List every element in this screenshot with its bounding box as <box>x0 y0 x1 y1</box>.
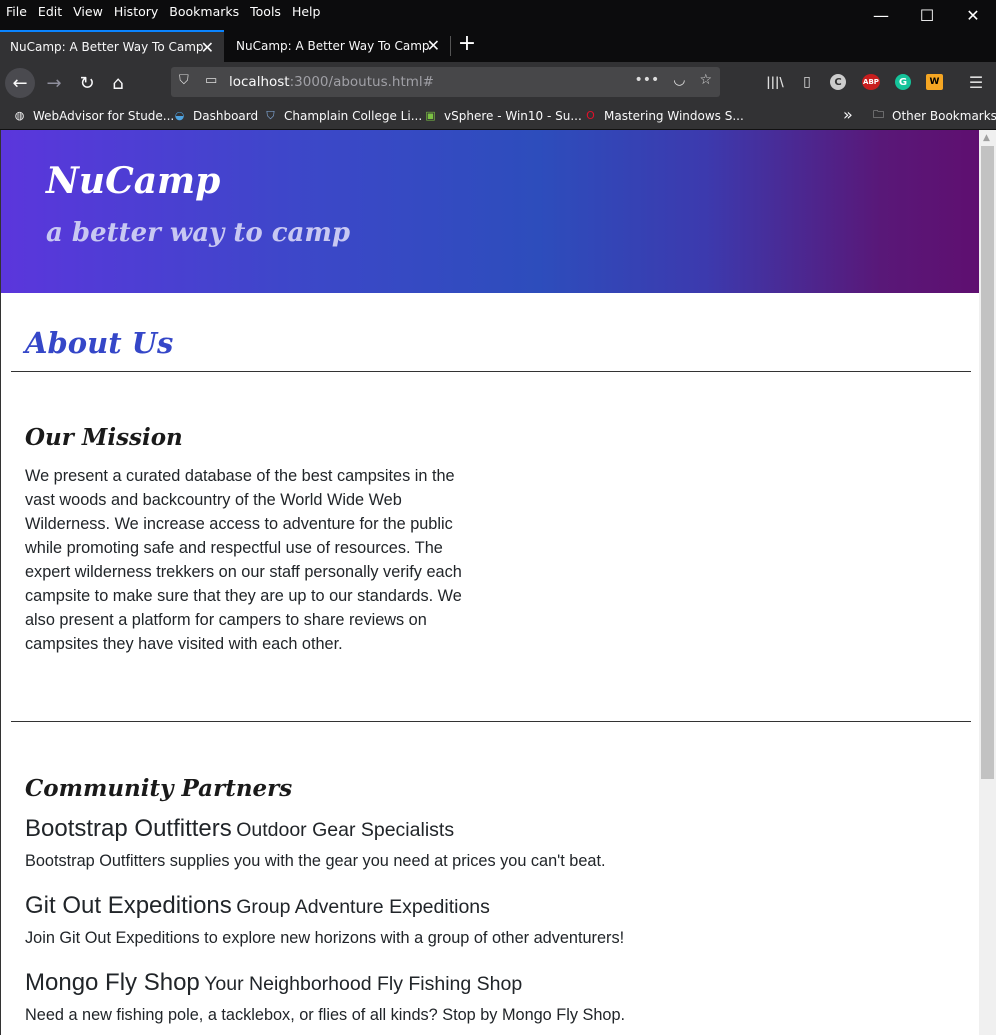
shield-icon: ⛉ <box>266 108 275 122</box>
wappalyzer-icon[interactable]: W <box>926 74 943 90</box>
adblock-plus-icon[interactable]: ABP <box>862 74 880 90</box>
menu-file[interactable]: File <box>6 4 27 19</box>
partner-name: Mongo Fly Shop <box>25 969 200 996</box>
partners-heading: Community Partners <box>25 775 293 802</box>
page-viewport: NuCamp a better way to camp About Us Our… <box>0 130 979 1035</box>
dashboard-icon: ◒ <box>174 109 185 122</box>
page-scrollbar[interactable]: ▲ <box>979 130 996 1035</box>
scroll-up-icon[interactable]: ▲ <box>983 133 990 143</box>
jumbotron-header: NuCamp a better way to camp <box>1 130 979 293</box>
divider <box>11 721 971 722</box>
url-host: localhost <box>229 74 290 90</box>
close-window-button[interactable]: ✕ <box>950 0 996 30</box>
extension-c-icon[interactable]: C <box>830 74 846 90</box>
page-actions-icon[interactable]: ••• <box>634 72 659 88</box>
bookmark-label: Champlain College Li... <box>284 108 423 123</box>
forward-button[interactable]: → <box>39 68 69 98</box>
brand-title: NuCamp <box>46 160 221 202</box>
mission-text: We present a curated database of the bes… <box>25 467 462 653</box>
minimize-button[interactable]: — <box>858 0 904 30</box>
brand-tagline: a better way to camp <box>46 218 351 248</box>
partner-name: Bootstrap Outfitters <box>25 815 232 842</box>
bookmark-champlain[interactable]: ⛉ Champlain College Li... <box>263 108 422 123</box>
menu-icon[interactable]: ☰ <box>966 72 986 92</box>
reload-icon: ↻ <box>79 72 95 94</box>
home-button[interactable]: ⌂ <box>103 68 133 98</box>
tab-nucamp-active[interactable]: NuCamp: A Better Way To Camp ✕ <box>0 30 224 62</box>
partner-subtitle: Outdoor Gear Specialists <box>236 819 455 841</box>
menu-edit[interactable]: Edit <box>38 4 62 19</box>
tab-strip: NuCamp: A Better Way To Camp ✕ NuCamp: A… <box>0 30 996 62</box>
bookmark-label: vSphere - Win10 - Su... <box>444 108 582 123</box>
back-button[interactable]: ← <box>5 68 35 98</box>
tab-title: NuCamp: A Better Way To Camp <box>10 40 204 54</box>
other-bookmarks-folder[interactable]: 🗀 Other Bookmarks <box>871 108 996 123</box>
tab-title: NuCamp: A Better Way To Camp <box>236 39 430 53</box>
tab-nucamp[interactable]: NuCamp: A Better Way To Camp ✕ <box>226 30 450 62</box>
vsphere-icon: ▣ <box>425 109 436 122</box>
new-tab-button[interactable]: + <box>456 33 478 56</box>
maximize-button[interactable]: ☐ <box>904 0 950 30</box>
window-controls: — ☐ ✕ <box>858 0 996 30</box>
library-icon[interactable]: |||\ <box>765 72 785 92</box>
partner-subtitle: Your Neighborhood Fly Fishing Shop <box>204 973 523 995</box>
menu-bar: File Edit View History Bookmarks Tools H… <box>0 0 996 26</box>
tracking-protection-icon[interactable]: ⛉ <box>179 73 189 88</box>
opera-icon: O <box>586 109 595 122</box>
mission-heading: Our Mission <box>25 424 183 451</box>
menu-history[interactable]: History <box>114 4 158 19</box>
menu-help[interactable]: Help <box>292 4 321 19</box>
other-bookmarks-label: Other Bookmarks <box>892 108 996 123</box>
folder-icon: 🗀 <box>873 108 884 121</box>
bookmark-webadvisor[interactable]: ◍ WebAdvisor for Stude... <box>12 108 175 123</box>
partner-description: Join Git Out Expeditions to explore new … <box>25 929 625 947</box>
arrow-left-icon: ← <box>12 72 28 94</box>
bookmark-label: WebAdvisor for Stude... <box>33 108 175 123</box>
page-title: About Us <box>25 326 174 360</box>
grammarly-icon[interactable]: G <box>895 74 911 90</box>
menu-bookmarks[interactable]: Bookmarks <box>169 4 239 19</box>
bookmarks-toolbar: ◍ WebAdvisor for Stude... ◒ Dashboard ⛉ Cha… <box>0 102 996 130</box>
tab-divider <box>450 36 451 56</box>
divider <box>11 371 971 372</box>
url-path: :3000/aboutus.html# <box>289 74 434 90</box>
sidebar-icon[interactable]: ▯ <box>797 72 817 92</box>
partner-subtitle: Group Adventure Expeditions <box>236 896 490 918</box>
close-tab-icon[interactable]: ✕ <box>201 38 214 57</box>
globe-icon: ◍ <box>14 109 25 122</box>
bookmark-mastering-windows[interactable]: O Mastering Windows S... <box>583 108 744 123</box>
bookmarks-overflow-button[interactable]: » <box>843 105 853 124</box>
partner-git-out-expeditions: Git Out Expeditions Group Adventure Expe… <box>25 892 624 948</box>
bookmark-star-icon[interactable]: ☆ <box>699 72 712 88</box>
home-icon: ⌂ <box>112 72 124 94</box>
page-info-icon[interactable]: ▭ <box>205 73 217 88</box>
bookmark-vsphere[interactable]: ▣ vSphere - Win10 - Su... <box>423 108 582 123</box>
menu-view[interactable]: View <box>73 4 103 19</box>
partner-bootstrap-outfitters: Bootstrap Outfitters Outdoor Gear Specia… <box>25 815 606 871</box>
close-tab-icon[interactable]: ✕ <box>427 36 440 55</box>
partner-description: Need a new fishing pole, a tacklebox, or… <box>25 1006 626 1024</box>
reload-button[interactable]: ↻ <box>72 68 102 98</box>
arrow-right-icon: → <box>46 72 62 94</box>
bookmark-dashboard[interactable]: ◒ Dashboard <box>172 108 258 123</box>
bookmark-label: Dashboard <box>193 108 259 123</box>
pocket-icon[interactable]: ◡ <box>673 72 685 88</box>
partner-mongo-fly-shop: Mongo Fly Shop Your Neighborhood Fly Fis… <box>25 969 625 1025</box>
url-text[interactable]: localhost:3000/aboutus.html# <box>229 74 434 90</box>
address-bar[interactable]: ⛉ ▭ localhost:3000/aboutus.html# ••• ◡ ☆ <box>171 67 720 97</box>
partner-description: Bootstrap Outfitters supplies you with t… <box>25 852 606 870</box>
partner-name: Git Out Expeditions <box>25 892 232 919</box>
bookmark-label: Mastering Windows S... <box>604 108 744 123</box>
menu-tools[interactable]: Tools <box>250 4 281 19</box>
scrollbar-thumb[interactable] <box>981 146 994 779</box>
